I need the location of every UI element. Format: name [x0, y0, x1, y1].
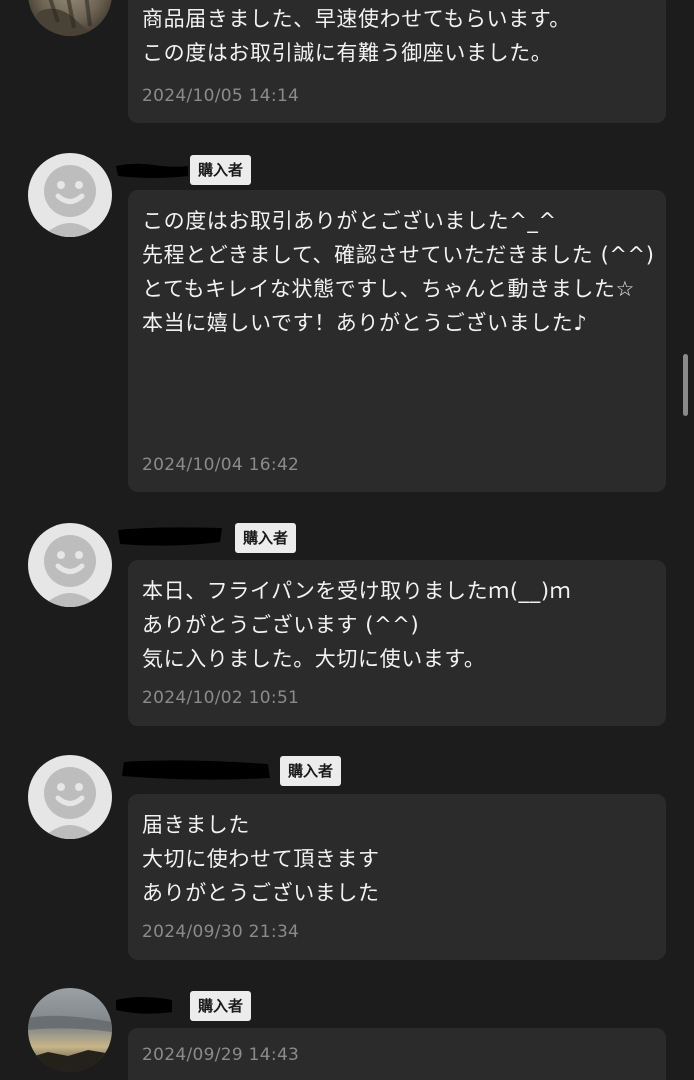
- cat-photo-icon: [28, 0, 112, 36]
- review-timestamp: 2024/09/30 21:34: [142, 922, 300, 942]
- review-item: 購入者 本日、フライパンを受け取りましたｍ(__)ｍ ありがとうございます (^…: [0, 520, 694, 730]
- review-timestamp: 2024/10/02 10:51: [142, 688, 300, 708]
- user-avatar[interactable]: [28, 523, 112, 607]
- review-bubble: 届きました 大切に使わせて頂きます ありがとうございました 2024/09/30…: [128, 794, 666, 960]
- review-bubble: 2024/09/29 14:43: [128, 1028, 666, 1080]
- review-message: 本日、フライパンを受け取りましたｍ(__)ｍ ありがとうございます (^^) 気…: [142, 579, 572, 671]
- review-bubble: 本日、フライパンを受け取りましたｍ(__)ｍ ありがとうございます (^^) 気…: [128, 560, 666, 726]
- review-item: 購入者 この度はお取引ありがとございました^_^ 先程とどきまして、確認させてい…: [0, 150, 694, 500]
- review-item: 商品届きました、早速使わせてもらいます。 この度はお取引誠に有難う御座いました。…: [0, 0, 694, 130]
- username-redacted: [118, 754, 274, 784]
- buyer-badge: 購入者: [190, 155, 252, 185]
- review-message: 商品届きました、早速使わせてもらいます。 この度はお取引誠に有難う御座いました。: [142, 7, 571, 65]
- review-timestamp: 2024/10/04 16:42: [142, 455, 300, 475]
- username-redacted: [112, 990, 176, 1020]
- user-avatar[interactable]: [28, 0, 112, 36]
- buyer-badge: 購入者: [190, 991, 252, 1021]
- buyer-badge: 購入者: [280, 756, 342, 786]
- review-timestamp: 2024/10/05 14:14: [142, 86, 300, 106]
- review-item: 購入者 2024/09/29 14:43: [0, 986, 694, 1080]
- user-avatar[interactable]: [28, 153, 112, 237]
- default-user-icon: [42, 535, 98, 607]
- username-redacted: [114, 154, 190, 184]
- buyer-badge: 購入者: [235, 523, 297, 553]
- default-user-icon: [42, 767, 98, 839]
- user-avatar[interactable]: [28, 755, 112, 839]
- review-message: この度はお取引ありがとございました^_^ 先程とどきまして、確認させていただきま…: [142, 209, 655, 335]
- review-timestamp: 2024/09/29 14:43: [142, 1045, 300, 1065]
- username-redacted: [114, 522, 224, 552]
- default-user-icon: [42, 165, 98, 237]
- user-avatar[interactable]: [28, 988, 112, 1072]
- review-bubble: この度はお取引ありがとございました^_^ 先程とどきまして、確認させていただきま…: [128, 190, 666, 492]
- review-message: 届きました 大切に使わせて頂きます ありがとうございました: [142, 813, 380, 905]
- review-feed: 商品届きました、早速使わせてもらいます。 この度はお取引誠に有難う御座いました。…: [0, 0, 694, 1080]
- review-item: 購入者 届きました 大切に使わせて頂きます ありがとうございました 2024/0…: [0, 752, 694, 962]
- scrollbar-thumb[interactable]: [683, 354, 688, 416]
- sunset-sky-photo-icon: [28, 988, 112, 1072]
- review-bubble: 商品届きました、早速使わせてもらいます。 この度はお取引誠に有難う御座いました。…: [128, 0, 666, 123]
